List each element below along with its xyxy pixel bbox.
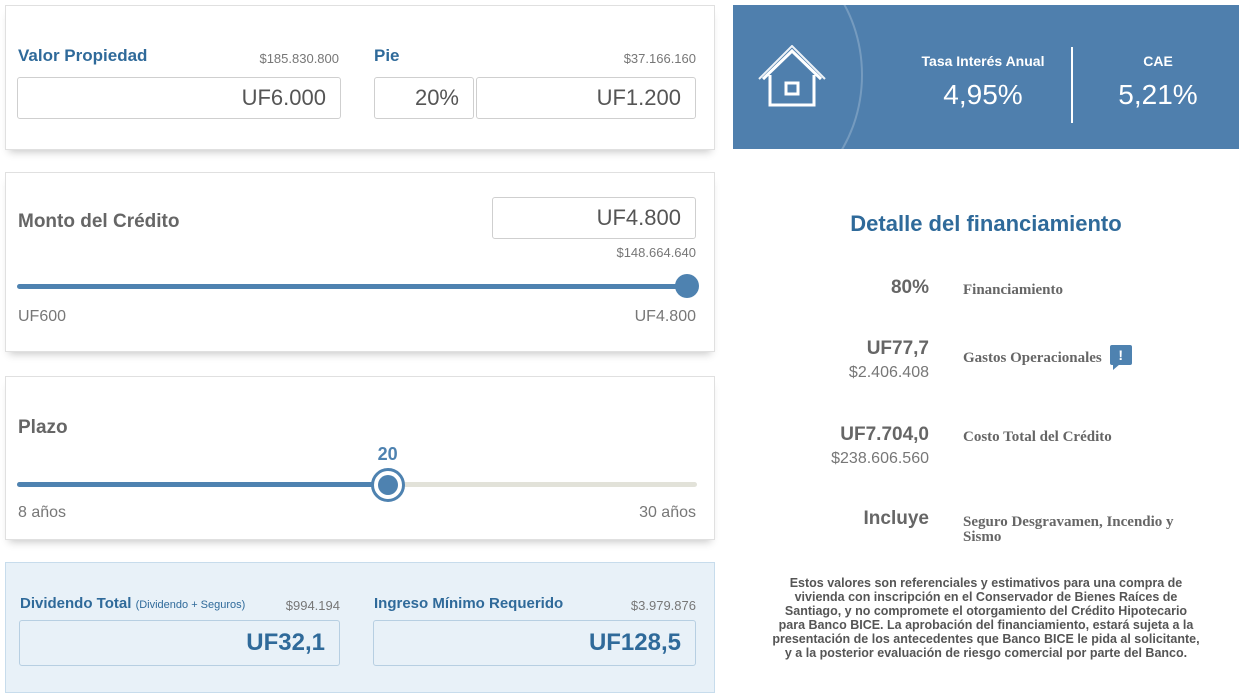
incluye-label: Incluye [863,508,929,529]
term-slider-fill [17,482,388,487]
credit-card: Monto del Crédito UF4.800 $148.664.640 U… [5,172,715,352]
credit-pesos: $148.664.640 [616,245,696,260]
credit-label: Monto del Crédito [18,211,180,232]
rates-divider [1071,47,1073,123]
gastos-value: UF77,7 [866,338,929,359]
pie-value-input[interactable]: UF1.200 [476,77,696,119]
costo-total-desc: Costo Total del Crédito [963,429,1112,445]
info-icon[interactable]: ! [1109,345,1132,370]
pie-percent-input[interactable]: 20% [374,77,474,119]
financing-percent: 80% [890,277,929,298]
income-label: Ingreso Mínimo Requerido [374,595,564,612]
tasa-value: 4,95% [943,79,1023,110]
gastos-desc-row: Gastos Operacionales! [963,345,1132,370]
incluye-desc-line2: Sismo [963,529,1002,545]
gastos-pesos: $2.406.408 [848,364,929,381]
cae-label: CAE [1143,53,1173,69]
pie-label: Pie [374,46,400,65]
pie-pesos: $37.166.160 [623,51,696,66]
costo-total-pesos: $238.606.560 [831,450,929,467]
disclaimer: Estos valores son referenciales y estima… [733,576,1239,660]
term-label: Plazo [18,417,68,438]
tasa-label: Tasa Interés Anual [921,53,1045,69]
dividend-label-text: Dividendo Total [20,595,132,612]
results-card: Dividendo Total (Dividendo + Seguros) $9… [5,562,715,693]
disclaimer-line: Santiago, y no compromete el otorgamient… [784,604,1188,618]
dividend-value: UF32,1 [19,620,340,666]
house-icon [758,45,826,107]
incluye-desc-line1: Seguro Desgravamen, Incendio y [963,514,1174,530]
disclaimer-line: y a la posterior evaluación de riesgo co… [784,646,1188,660]
property-value-input[interactable]: UF6.000 [17,77,341,119]
incluye-desc: Seguro Desgravamen, Incendio y Sismo [963,515,1174,545]
term-current-value: 20 [377,444,398,464]
income-pesos: $3.979.876 [630,598,696,613]
costo-total-value: UF7.704,0 [840,424,929,445]
term-card: Plazo 20 8 años 30 años [5,376,715,540]
credit-min: UF600 [18,308,67,325]
term-max: 30 años [639,504,696,521]
term-min: 8 años [18,504,67,521]
mortgage-simulator: Valor Propiedad $185.830.800 UF6.000 Pie… [0,0,1239,693]
disclaimer-line: presentación de los antecedentes que Ban… [772,632,1200,646]
credit-slider-thumb[interactable] [675,274,699,298]
credit-value-input[interactable]: UF4.800 [492,197,696,239]
detail-title: Detalle del financiamiento [850,211,1122,236]
rates-panel: Tasa Interés Anual 4,95% CAE 5,21% [733,5,1239,149]
disclaimer-line: Estos valores son referenciales y estima… [789,576,1183,590]
financing-desc: Financiamiento [963,282,1063,298]
disclaimer-line: para Banco BICE. La aprobación del finan… [778,618,1194,632]
property-card: Valor Propiedad $185.830.800 UF6.000 Pie… [5,5,715,150]
term-slider-thumb[interactable] [370,468,405,502]
dividend-pesos: $994.194 [285,598,340,613]
property-label: Valor Propiedad [18,46,148,65]
income-value: UF128,5 [373,620,696,666]
dividend-note: (Dividendo + Seguros) [135,599,246,611]
credit-max: UF4.800 [634,308,696,325]
credit-slider-track[interactable] [17,284,687,289]
disclaimer-line: vivienda con inscripción en el Conservad… [794,590,1178,604]
gastos-desc: Gastos Operacionales [963,350,1102,366]
cae-value: 5,21% [1118,79,1198,110]
dividend-label: Dividendo Total (Dividendo + Seguros) [20,595,245,612]
property-pesos: $185.830.800 [259,51,339,66]
